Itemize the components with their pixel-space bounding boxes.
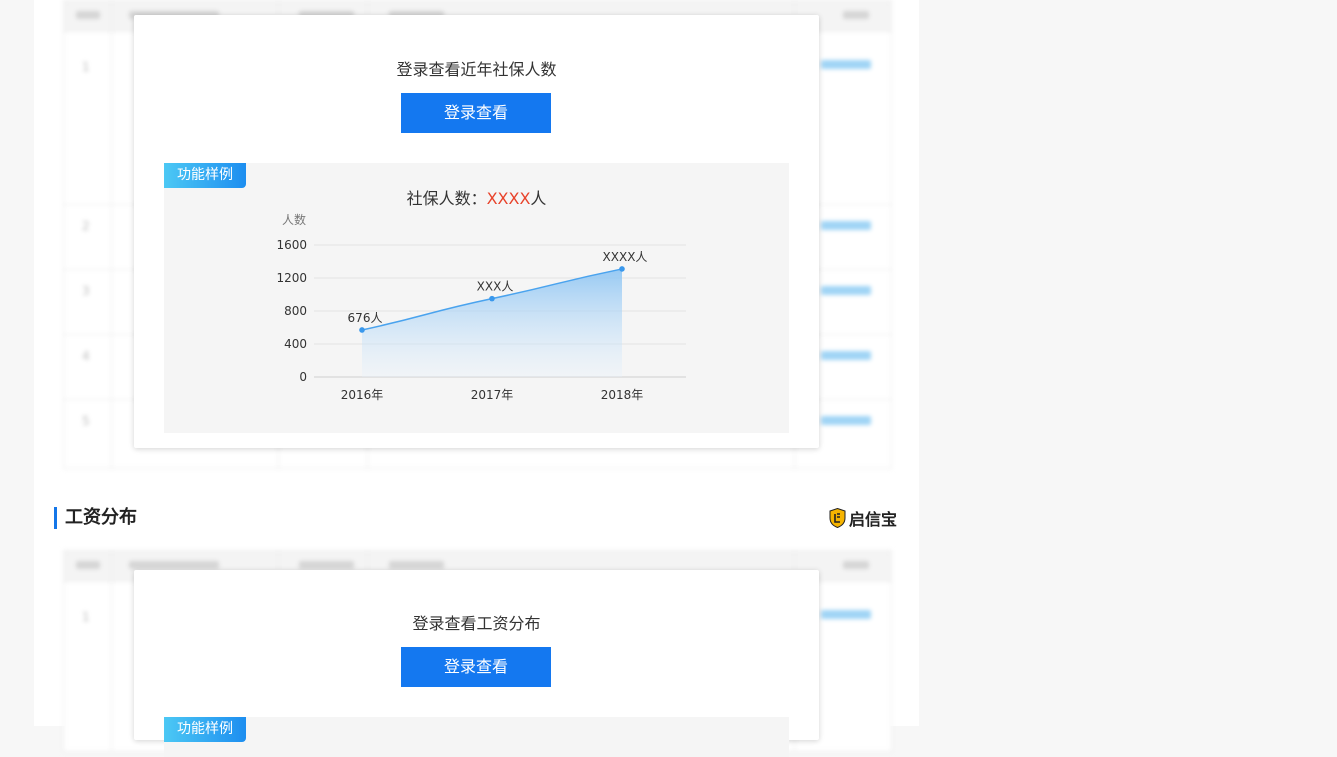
data-label: XXX人 bbox=[477, 280, 514, 294]
data-point bbox=[359, 327, 365, 333]
x-tick-label: 2017年 bbox=[471, 388, 514, 402]
login-view-button[interactable]: 登录查看 bbox=[401, 93, 551, 133]
y-tick-label: 0 bbox=[299, 370, 307, 384]
data-point bbox=[489, 295, 495, 302]
data-label: XXXX人 bbox=[603, 250, 648, 264]
login-view-button[interactable]: 登录查看 bbox=[401, 647, 551, 687]
data-label: 676人 bbox=[348, 311, 383, 325]
prompt-text: 登录查看工资分布 bbox=[412, 614, 541, 633]
login-prompt-card-salary: 登录查看工资分布 登录查看 功能样例 bbox=[134, 570, 819, 757]
y-tick-label: 800 bbox=[284, 304, 307, 318]
sample-chart-panel: 功能样例 社保人数：XXXX人 人数 0 400 800 1200 1600 676人 X… bbox=[164, 163, 789, 433]
brand-name: 启信宝 bbox=[849, 510, 898, 529]
social-security-chart: 人数 0 400 800 1200 1600 676人 XXX人 XXXX人 2016年 20… bbox=[276, 212, 686, 402]
y-tick-label: 1600 bbox=[276, 238, 307, 252]
brand-logo: 启信宝 bbox=[829, 506, 897, 530]
shield-logo-icon bbox=[829, 508, 846, 528]
y-axis-label: 人数 bbox=[282, 212, 306, 227]
prompt-text: 登录查看近年社保人数 bbox=[396, 60, 557, 79]
sample-tag: 功能样例 bbox=[164, 717, 246, 742]
x-tick-label: 2018年 bbox=[601, 388, 644, 402]
y-tick-label: 1200 bbox=[276, 271, 307, 285]
sample-chart-panel: 功能样例 bbox=[164, 717, 789, 757]
y-tick-label: 400 bbox=[284, 337, 307, 351]
login-prompt-card-social-security: 登录查看近年社保人数 登录查看 功能样例 社保人数：XXXX人 人数 0 400 8… bbox=[134, 15, 819, 448]
section-title-salary: 工资分布 bbox=[54, 507, 137, 529]
x-tick-label: 2016年 bbox=[341, 388, 384, 402]
data-point bbox=[619, 266, 625, 272]
